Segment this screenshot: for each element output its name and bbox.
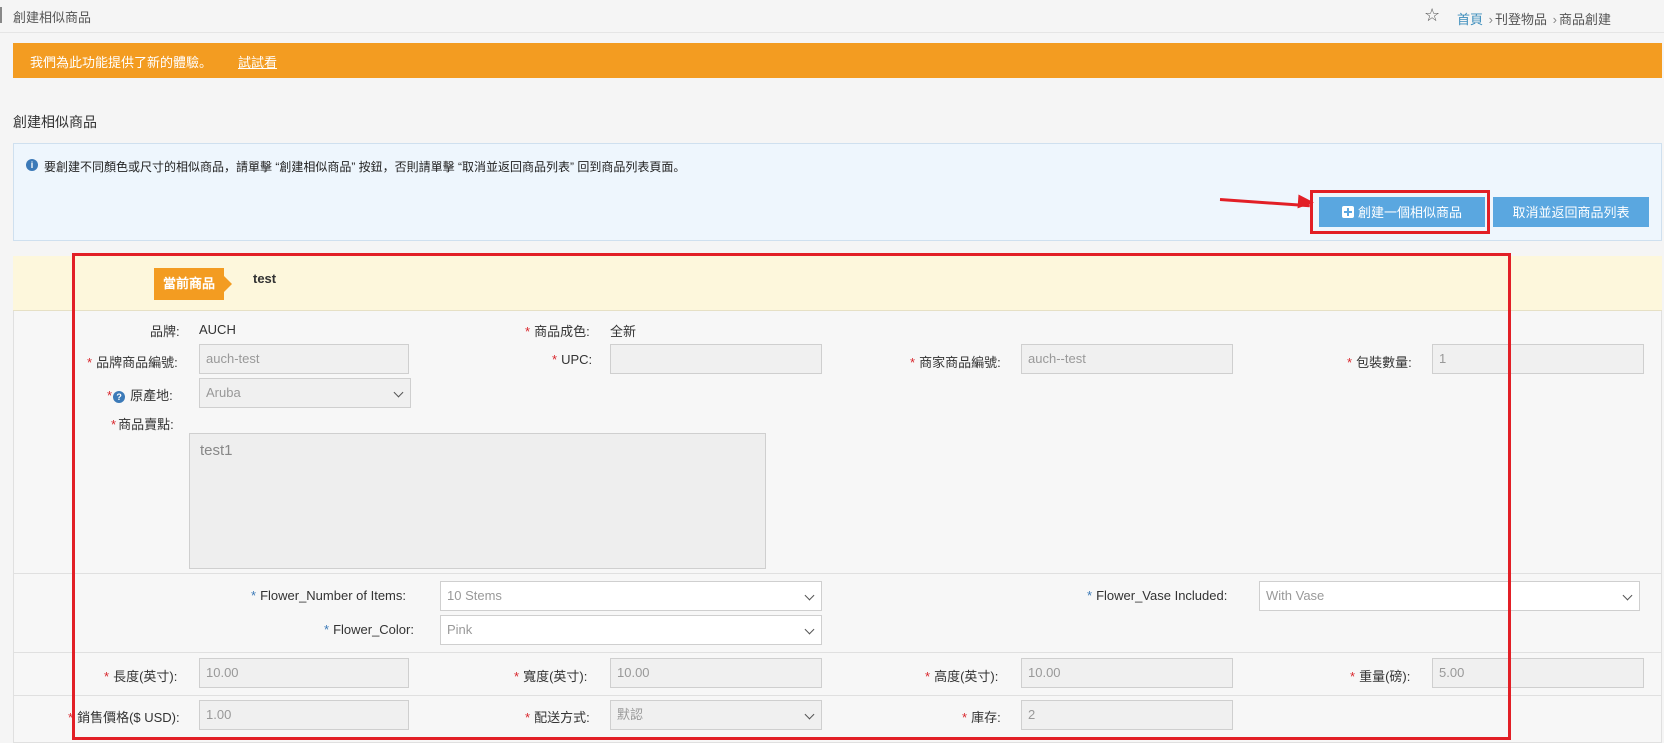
banner-text: 我們為此功能提供了新的體驗。: [30, 55, 213, 70]
banner-try-link[interactable]: 試試看: [238, 52, 277, 71]
highlight-box-form: [72, 253, 1511, 740]
top-bar: 創建相似商品: [0, 0, 1664, 33]
new-experience-banner: 我們為此功能提供了新的體驗。 試試看: [13, 43, 1662, 78]
section-title: 創建相似商品: [13, 114, 97, 130]
chevron-down-icon: [1622, 590, 1633, 601]
star-icon[interactable]: ☆: [1424, 5, 1440, 26]
cancel-return-button[interactable]: 取消並返回商品列表: [1493, 197, 1649, 227]
breadcrumb-separator: ›: [1552, 12, 1557, 27]
title-marker: [0, 7, 2, 23]
info-icon: i: [26, 159, 38, 171]
info-text: 要創建不同顏色或尺寸的相似商品，請單擊 “創建相似商品” 按鈕，否則請單擊 “取…: [44, 160, 686, 174]
arrow-head-annotation: [1297, 194, 1315, 210]
breadcrumb-separator: ›: [1488, 12, 1493, 27]
breadcrumb-listing[interactable]: 刊登物品: [1495, 12, 1547, 27]
breadcrumb: 首頁 › 刊登物品 › 商品創建: [1457, 9, 1611, 28]
page-title: 創建相似商品: [13, 10, 92, 25]
highlight-box-button: [1310, 190, 1490, 234]
breadcrumb-home[interactable]: 首頁: [1457, 12, 1483, 27]
breadcrumb-product-create: 商品創建: [1558, 12, 1611, 27]
